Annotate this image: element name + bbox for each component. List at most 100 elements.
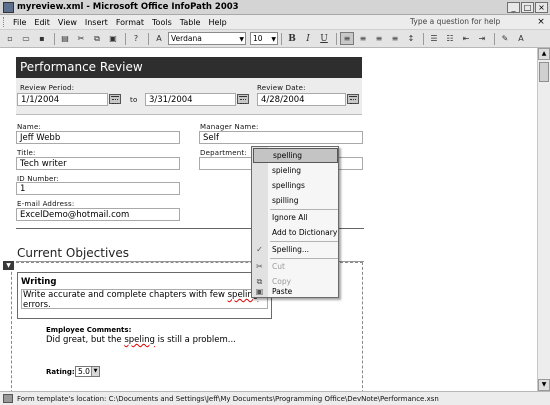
review-date-label: Review Date: (257, 84, 306, 92)
paste-item[interactable]: ▣ Paste (253, 285, 338, 298)
form-header: Performance Review (16, 57, 362, 78)
font-size-select[interactable]: 10 ▼ (250, 32, 278, 45)
cut-item[interactable]: ✂ Cut (253, 259, 338, 274)
highlight-icon[interactable]: ✎ (498, 32, 512, 45)
department-label: Department: (200, 149, 247, 157)
help-search-input[interactable]: Type a question for help (406, 16, 536, 28)
form-template-icon (3, 394, 13, 403)
calendar-icon[interactable] (237, 94, 249, 104)
objective-text-field[interactable]: Write accurate and complete chapters wit… (21, 289, 268, 310)
rating-select[interactable]: 5.0 ▼ (75, 366, 100, 377)
menubar-grip[interactable] (3, 17, 6, 27)
manager-name-label: Manager Name: (200, 123, 259, 131)
font-size-value: 10 (253, 34, 263, 43)
document-close-button[interactable]: × (536, 17, 546, 27)
infopath-app-icon[interactable] (3, 1, 14, 13)
font-style-icon[interactable]: A (152, 32, 166, 45)
status-bar: Form template's location: C:\Documents a… (0, 391, 550, 405)
save-icon[interactable]: ▪ (35, 32, 49, 45)
vertical-scrollbar[interactable]: ▲ ▼ (537, 48, 550, 391)
objective-box: Writing Write accurate and complete chap… (17, 272, 272, 319)
scroll-down-icon[interactable]: ▼ (538, 379, 550, 391)
spelling-dialog-item[interactable]: ✓ Spelling... (253, 242, 338, 257)
manager-name-field[interactable]: Self (199, 131, 363, 144)
ignore-all-item[interactable]: Ignore All (253, 210, 338, 225)
scroll-thumb[interactable] (539, 62, 549, 82)
bold-button[interactable]: B (285, 32, 299, 45)
employee-comments-label: Employee Comments: (46, 326, 132, 334)
font-name-value: Verdana (171, 34, 202, 43)
menu-edit[interactable]: Edit (30, 18, 54, 27)
period-end-field[interactable]: 3/31/2004 (145, 93, 236, 106)
increase-indent-icon[interactable]: ⇥ (475, 32, 489, 45)
bulleted-list-icon[interactable]: ☷ (443, 32, 457, 45)
suggestion-spellings[interactable]: spellings (253, 178, 338, 193)
misspelled-word[interactable]: speling (124, 335, 155, 345)
scissors-icon: ✂ (256, 262, 263, 271)
window-title: myreview.xml - Microsoft Office InfoPath… (17, 2, 239, 12)
align-center-icon[interactable]: ≡ (356, 32, 370, 45)
menu-tools[interactable]: Tools (148, 18, 176, 27)
rating-label: Rating: (46, 368, 75, 376)
menu-view[interactable]: View (54, 18, 81, 27)
title-field[interactable]: Tech writer (16, 157, 180, 170)
section-menu-icon[interactable]: ▼ (3, 261, 14, 270)
menu-help[interactable]: Help (204, 18, 230, 27)
help-icon[interactable]: ? (129, 32, 143, 45)
menu-table[interactable]: Table (176, 18, 205, 27)
line-spacing-icon[interactable]: ↕ (404, 32, 418, 45)
suggestion-spieling[interactable]: spieling (253, 163, 338, 178)
review-date-field[interactable]: 4/28/2004 (257, 93, 346, 106)
decrease-indent-icon[interactable]: ⇤ (459, 32, 473, 45)
font-name-select[interactable]: Verdana ▼ (168, 32, 246, 45)
rating-value: 5.0 (78, 367, 90, 376)
scroll-up-icon[interactable]: ▲ (538, 48, 550, 60)
chevron-down-icon: ▼ (91, 367, 99, 376)
objective-title: Writing (21, 277, 57, 287)
italic-button[interactable]: I (301, 32, 315, 45)
justify-icon[interactable]: ≡ (388, 32, 402, 45)
email-label: E-mail Address: (17, 200, 75, 208)
calendar-icon[interactable] (347, 94, 359, 104)
menu-insert[interactable]: Insert (81, 18, 112, 27)
name-label: Name: (17, 123, 42, 131)
employee-comments-field[interactable]: Did great, but the speling is still a pr… (46, 335, 236, 345)
current-objectives-title: Current Objectives (17, 246, 130, 260)
formatting-toolbar: ▫ ▭ ▪ ▤ ✂ ⧉ ▣ ? A Verdana ▼ 10 ▼ B I U ≡… (0, 30, 550, 48)
review-period-label: Review Period: (20, 84, 75, 92)
new-document-icon[interactable]: ▫ (3, 32, 17, 45)
menu-format[interactable]: Format (112, 18, 148, 27)
maximize-button[interactable]: □ (521, 1, 534, 13)
align-left-icon[interactable]: ≡ (340, 32, 354, 45)
cut-icon[interactable]: ✂ (74, 32, 88, 45)
minimize-button[interactable]: _ (507, 1, 520, 13)
open-folder-icon[interactable]: ▭ (19, 32, 33, 45)
to-label: to (130, 96, 138, 104)
chevron-down-icon: ▼ (271, 36, 276, 43)
print-icon[interactable]: ▤ (58, 32, 72, 45)
add-to-dictionary-item[interactable]: Add to Dictionary (253, 225, 338, 240)
calendar-icon[interactable] (109, 94, 121, 104)
menu-file[interactable]: File (9, 18, 30, 27)
suggestion-spilling[interactable]: spilling (253, 193, 338, 208)
underline-button[interactable]: U (317, 32, 331, 45)
name-field[interactable]: Jeff Webb (16, 131, 180, 144)
menu-bar: File Edit View Insert Format Tools Table… (0, 15, 550, 30)
align-right-icon[interactable]: ≡ (372, 32, 386, 45)
copy-icon[interactable]: ⧉ (90, 32, 104, 45)
template-location-text: Form template's location: C:\Documents a… (17, 394, 439, 403)
spelling-context-menu: spelling spieling spellings spilling Ign… (251, 146, 339, 298)
chevron-down-icon: ▼ (239, 36, 244, 43)
paste-icon[interactable]: ▣ (106, 32, 120, 45)
period-start-field[interactable]: 1/1/2004 (17, 93, 108, 106)
email-field[interactable]: ExcelDemo@hotmail.com (16, 208, 180, 221)
font-color-icon[interactable]: A (514, 32, 528, 45)
title-label: Title: (17, 149, 36, 157)
suggestion-spelling[interactable]: spelling (253, 148, 338, 163)
title-bar: myreview.xml - Microsoft Office InfoPath… (0, 0, 550, 15)
numbered-list-icon[interactable]: ☰ (427, 32, 441, 45)
clipboard-icon: ▣ (255, 287, 264, 296)
close-button[interactable]: × (535, 1, 548, 13)
spellcheck-icon: ✓ (256, 245, 263, 254)
id-number-field[interactable]: 1 (16, 182, 180, 195)
